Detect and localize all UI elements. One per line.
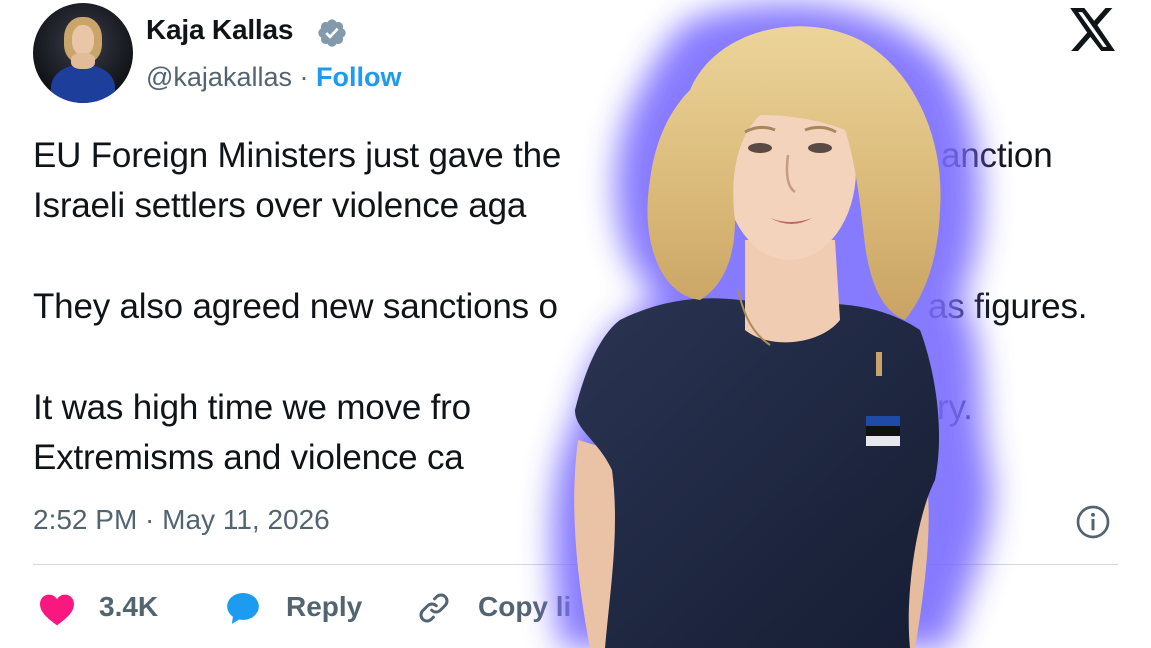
author-name[interactable]: Kaja Kallas <box>146 14 293 46</box>
copy-link-button[interactable]: Copy li <box>478 591 571 623</box>
link-icon[interactable] <box>416 590 452 626</box>
author-handle[interactable]: @kajakallas <box>146 62 292 92</box>
tweet-text-line: ry. <box>937 388 973 427</box>
handle-row: @kajakallas · Follow <box>146 62 401 93</box>
tweet-text-line: as figures. <box>928 287 1088 326</box>
follow-button[interactable]: Follow <box>316 62 401 92</box>
tweet-timestamp[interactable]: 2:52 PM · May 11, 2026 <box>33 504 330 536</box>
tweet-text-line: anction <box>941 136 1053 175</box>
divider <box>33 564 1118 565</box>
reply-bubble-icon[interactable] <box>223 589 263 627</box>
tweet-text-line: They also agreed new sanctions o <box>33 287 558 326</box>
tweet-screenshot: Kaja Kallas @kajakallas · Follow EU Fore… <box>0 0 1151 648</box>
reply-button[interactable]: Reply <box>286 591 362 623</box>
like-count[interactable]: 3.4K <box>99 591 158 623</box>
x-logo-icon[interactable] <box>1069 8 1117 52</box>
tweet-text-line: It was high time we move fro <box>33 388 471 427</box>
tweet-text-line: EU Foreign Ministers just gave the <box>33 136 562 175</box>
avatar[interactable] <box>33 3 133 103</box>
heart-icon[interactable] <box>38 592 76 626</box>
tweet-text-line: Israeli settlers over violence aga <box>33 186 527 225</box>
tweet-text-line: Extremisms and violence ca <box>33 438 464 477</box>
info-icon[interactable] <box>1075 504 1111 540</box>
separator-dot: · <box>299 62 309 92</box>
verified-badge-icon <box>318 19 346 47</box>
